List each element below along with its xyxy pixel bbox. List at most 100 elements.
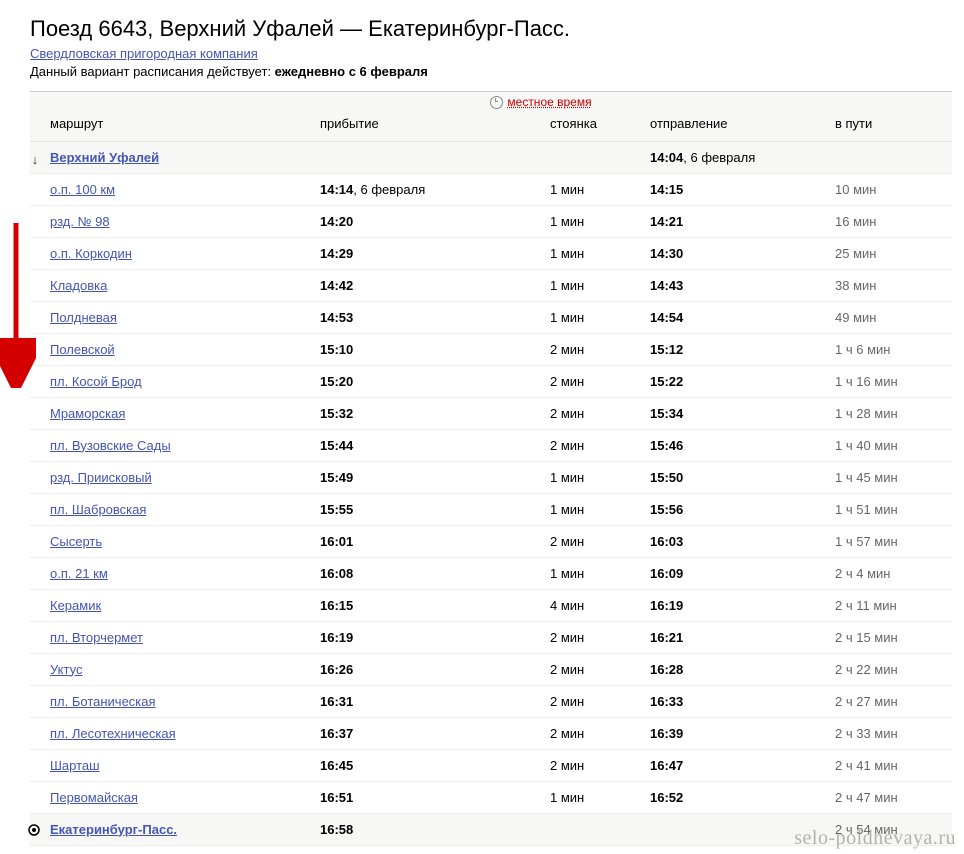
company-link[interactable]: Свердловская пригородная компания [30,46,258,61]
table-row: Сысерть16:012 мин16:031 ч 57 мин [30,526,952,558]
arrival-cell: 15:49 [320,470,550,485]
arrival-cell: 16:37 [320,726,550,741]
arrival-cell: 16:08 [320,566,550,581]
departure-cell: 16:03 [650,534,835,549]
departure-time: 14:04 [650,150,683,165]
travel-cell: 2 ч 27 мин [835,694,952,709]
departure-cell: 16:28 [650,662,835,677]
departure-time: 14:21 [650,214,683,229]
travel-cell: 2 ч 33 мин [835,726,952,741]
station-link[interactable]: Уктус [50,662,82,677]
stop-cell: 2 мин [550,726,650,741]
station-link[interactable]: Первомайская [50,790,138,805]
departure-time: 14:30 [650,246,683,261]
table-row: о.п. 100 км14:14, 6 февраля1 мин14:1510 … [30,174,952,206]
arrival-cell: 15:55 [320,502,550,517]
departure-cell: 15:22 [650,374,835,389]
station-link[interactable]: Полевской [50,342,115,357]
travel-cell: 1 ч 51 мин [835,502,952,517]
stop-cell: 1 мин [550,246,650,261]
arrival-cell: 16:19 [320,630,550,645]
departure-cell: 16:39 [650,726,835,741]
station-link[interactable]: пл. Лесотехническая [50,726,176,741]
station-link[interactable]: пл. Вторчермет [50,630,143,645]
schedule-prefix: Данный вариант расписания действует: [30,64,275,79]
origin-icon: ↓ [28,152,42,167]
station-link[interactable]: Мраморская [50,406,125,421]
travel-cell: 38 мин [835,278,952,293]
col-route: маршрут [50,116,320,131]
arrival-time: 16:08 [320,566,353,581]
travel-cell: 25 мин [835,246,952,261]
station-link[interactable]: Керамик [50,598,101,613]
departure-time: 14:54 [650,310,683,325]
stop-cell: 2 мин [550,342,650,357]
table-row: пл. Лесотехническая 16:372 мин16:392 ч 33… [30,718,952,750]
localtime-label: местное время [507,95,591,109]
departure-date: , 6 февраля [683,150,755,165]
travel-cell: 2 ч 4 мин [835,566,952,581]
table-row: Кладовка 14:42 1 мин14:4338 мин [30,270,952,302]
localtime-toggle[interactable]: местное время [390,95,591,109]
arrival-time: 16:01 [320,534,353,549]
schedule-table: местное время маршрут прибытие стоянка о… [30,91,952,846]
station-link[interactable]: рзд. Приисковый [50,470,152,485]
departure-time: 15:34 [650,406,683,421]
arrival-cell: 16:31 [320,694,550,709]
stop-cell: 2 мин [550,406,650,421]
travel-cell: 1 ч 57 мин [835,534,952,549]
stop-cell: 2 мин [550,630,650,645]
station-link[interactable]: о.п. Коркодин [50,246,132,261]
station-link[interactable]: Кладовка [50,278,107,293]
station-link[interactable]: Полдневая [50,310,117,325]
departure-cell: 14:04, 6 февраля [650,150,835,165]
departure-cell: 15:34 [650,406,835,421]
travel-cell: 2 ч 47 мин [835,790,952,805]
arrival-cell: 16:15 [320,598,550,613]
station-link[interactable]: Сысерть [50,534,102,549]
departure-cell: 15:46 [650,438,835,453]
travel-cell: 2 ч 54 мин [835,822,952,837]
arrival-time: 14:14 [320,182,353,197]
table-row: пл. Вторчермет16:192 мин16:212 ч 15 мин [30,622,952,654]
station-link[interactable]: о.п. 21 км [50,566,108,581]
departure-time: 16:47 [650,758,683,773]
stop-cell: 1 мин [550,278,650,293]
col-departure: отправление [650,116,835,131]
station-link[interactable]: Верхний Уфалей [50,150,159,165]
station-link[interactable]: пл. Шабровская [50,502,146,517]
stop-cell: 1 мин [550,310,650,325]
table-body: ↓ Верхний Уфалей 14:04, 6 февраля о.п. 100 … [30,142,952,846]
station-link[interactable]: Екатеринбург-Пасс. [50,822,177,837]
arrival-time: 16:15 [320,598,353,613]
travel-cell: 1 ч 40 мин [835,438,952,453]
table-row: о.п. 21 км16:081 мин16:092 ч 4 мин [30,558,952,590]
station-link[interactable]: Шарташ [50,758,100,773]
travel-cell: 10 мин [835,182,952,197]
station-link[interactable]: пл. Косой Брод [50,374,142,389]
arrival-cell: 16:45 [320,758,550,773]
departure-cell: 14:43 [650,278,835,293]
arrival-time: 14:42 [320,278,353,293]
station-link[interactable]: пл. Вузовские Сады [50,438,171,453]
table-row: Уктус16:262 мин16:282 ч 22 мин [30,654,952,686]
arrival-time: 15:49 [320,470,353,485]
table-row: Шарташ16:452 мин16:472 ч 41 мин [30,750,952,782]
stop-cell: 2 мин [550,374,650,389]
station-link[interactable]: пл. Ботаническая [50,694,156,709]
table-row: Полдневая14:531 мин14:5449 мин [30,302,952,334]
arrival-cell: 16:26 [320,662,550,677]
arrival-cell: 15:20 [320,374,550,389]
arrival-cell: 16:58 [320,822,550,837]
arrival-time: 16:58 [320,822,353,837]
departure-cell: 15:56 [650,502,835,517]
stop-cell: 2 мин [550,758,650,773]
table-header: маршрут прибытие стоянка отправление в п… [30,112,952,142]
station-link[interactable]: рзд. № 98 [50,214,110,229]
station-link[interactable]: о.п. 100 км [50,182,115,197]
travel-cell: 2 ч 22 мин [835,662,952,677]
departure-time: 16:52 [650,790,683,805]
schedule-note: Данный вариант расписания действует: еже… [30,64,952,79]
arrival-cell: 14:53 [320,310,550,325]
arrival-cell: 15:32 [320,406,550,421]
